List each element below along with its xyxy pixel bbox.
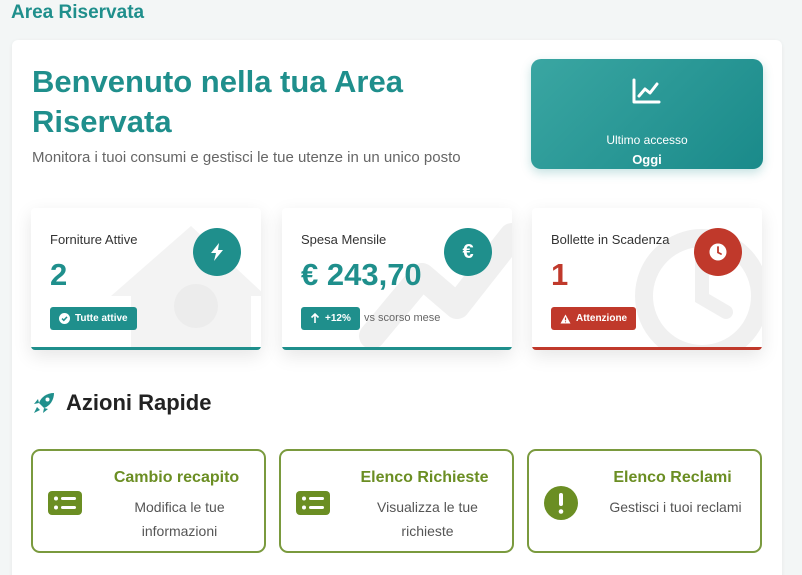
main-panel: Benvenuto nella tua Area Riservata Monit… — [12, 40, 782, 575]
action-title: Elenco Richieste — [360, 469, 489, 486]
rocket-icon — [34, 393, 54, 413]
warning-badge: Attenzione — [551, 307, 637, 330]
last-access-box: Ultimo accesso Oggi — [531, 59, 763, 169]
card-accent-bar — [282, 347, 512, 350]
check-circle-icon — [59, 313, 70, 324]
stat-value: € 243,70 — [301, 257, 422, 292]
quick-actions-title: Azioni Rapide — [66, 390, 212, 415]
stat-value: 1 — [551, 257, 569, 292]
action-elenco-reclami[interactable]: Elenco Reclami Gestisci i tuoi reclami — [527, 449, 762, 553]
action-desc: Modifica le tue informazioni — [134, 499, 225, 539]
line-chart-icon — [632, 78, 661, 104]
action-title: Cambio recapito — [113, 469, 240, 486]
exclamation-circle-icon — [544, 486, 578, 520]
warning-icon — [560, 314, 571, 323]
action-title: Elenco Reclami — [613, 469, 732, 486]
quick-actions-heading: Azioni Rapide — [32, 390, 211, 416]
badge-note: vs scorso mese — [364, 312, 441, 324]
stat-card-bollette: Bollette in Scadenza 1 Attenzione — [532, 208, 762, 350]
card-accent-bar — [31, 347, 261, 350]
action-cambio-recapito[interactable]: Cambio recapito Modifica le tue informaz… — [31, 449, 266, 553]
stat-value: 2 — [50, 257, 68, 292]
stat-card-forniture: Forniture Attive 2 Tutte attive — [31, 208, 261, 350]
badge-label: Tutte attive — [75, 313, 128, 324]
card-accent-bar — [532, 347, 762, 350]
stat-label: Spesa Mensile — [301, 232, 387, 247]
action-desc: Visualizza le tue richieste — [377, 499, 478, 539]
euro-icon: € — [444, 228, 492, 276]
action-desc: Gestisci i tuoi reclami — [609, 499, 742, 515]
list-icon — [296, 491, 330, 515]
last-access-value: Oggi — [632, 152, 662, 167]
badge-label: Attenzione — [576, 313, 628, 324]
clock-icon — [694, 228, 742, 276]
badge-label: +12% — [325, 313, 351, 324]
stat-label: Bollette in Scadenza — [551, 232, 670, 247]
stat-label: Forniture Attive — [50, 232, 138, 247]
trend-badge: +12% — [301, 307, 360, 330]
bolt-icon — [193, 228, 241, 276]
status-badge: Tutte attive — [50, 307, 137, 330]
welcome-title: Benvenuto nella tua Area Riservata — [32, 64, 403, 139]
app-title: Area Riservata — [11, 2, 145, 23]
list-icon — [48, 491, 82, 515]
arrow-up-icon — [310, 313, 320, 323]
stat-card-spesa: Spesa Mensile € 243,70 € +12% vs scorso … — [282, 208, 512, 350]
last-access-label: Ultimo accesso — [606, 133, 688, 147]
welcome-subtitle: Monitora i tuoi consumi e gestisci le tu… — [32, 149, 461, 166]
action-elenco-richieste[interactable]: Elenco Richieste Visualizza le tue richi… — [279, 449, 514, 553]
